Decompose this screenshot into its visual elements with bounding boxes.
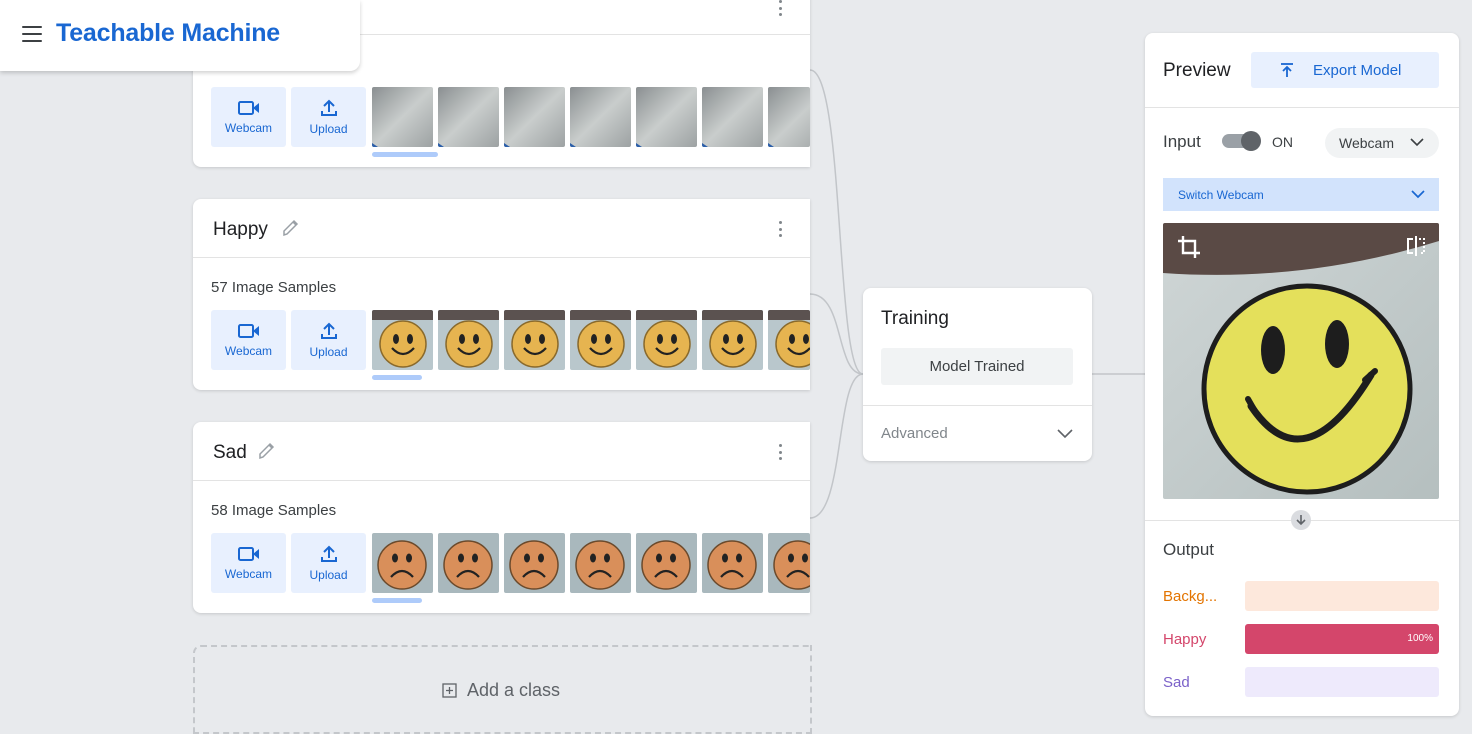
menu-icon[interactable] bbox=[22, 26, 42, 42]
thumbnail-scrollbar[interactable] bbox=[372, 152, 438, 157]
pencil-icon[interactable] bbox=[257, 441, 275, 461]
more-vert-icon[interactable] bbox=[778, 0, 782, 16]
toggle-state: ON bbox=[1272, 134, 1293, 150]
output-label: Sad bbox=[1163, 674, 1190, 691]
class-card-sad: Sad 58 Image Samples Webcam Upload bbox=[193, 422, 810, 613]
webcam-icon bbox=[237, 546, 259, 561]
input-label: Input bbox=[1163, 132, 1201, 151]
sample-thumbnail[interactable] bbox=[372, 310, 433, 370]
upload-button-label: Upload bbox=[309, 121, 348, 136]
sample-thumbnail[interactable] bbox=[438, 533, 499, 593]
thumbnail-scrollbar[interactable] bbox=[372, 598, 422, 603]
toggle-knob bbox=[1241, 131, 1261, 151]
sample-count: 57 Image Samples bbox=[211, 279, 337, 296]
input-source-select[interactable]: Webcam bbox=[1325, 128, 1439, 158]
upload-button[interactable]: Upload bbox=[291, 533, 366, 593]
sample-thumbnail[interactable] bbox=[636, 87, 697, 147]
class-card-header: Sad bbox=[193, 422, 810, 481]
train-model-button[interactable]: Model Trained bbox=[881, 348, 1073, 385]
sample-thumbnail[interactable] bbox=[570, 310, 631, 370]
add-box-icon bbox=[442, 683, 457, 698]
export-model-button[interactable]: Export Model bbox=[1251, 52, 1439, 88]
sample-thumbnail[interactable] bbox=[702, 533, 763, 593]
sample-thumbnail[interactable] bbox=[570, 533, 631, 593]
input-source-value: Webcam bbox=[1339, 135, 1394, 151]
training-title: Training bbox=[881, 308, 949, 329]
upload-button-label: Upload bbox=[309, 344, 348, 359]
add-class-button[interactable]: Add a class bbox=[193, 645, 812, 734]
webcam-preview bbox=[1163, 223, 1439, 499]
chevron-down-icon bbox=[1410, 138, 1424, 147]
confidence-bar-track bbox=[1245, 667, 1439, 697]
sample-thumbnail[interactable] bbox=[702, 87, 763, 147]
sample-thumbnail[interactable] bbox=[438, 87, 499, 147]
add-class-content: Add a class bbox=[442, 680, 560, 701]
output-row-happy: Happy 100% bbox=[1163, 624, 1439, 654]
confidence-bar-track: 100% bbox=[1245, 624, 1439, 654]
upload-button[interactable]: Upload bbox=[291, 87, 366, 147]
switch-webcam-select[interactable]: Switch Webcam bbox=[1163, 178, 1439, 211]
sample-thumbnail[interactable] bbox=[636, 533, 697, 593]
output-title: Output bbox=[1163, 540, 1215, 559]
crop-icon[interactable] bbox=[1177, 235, 1201, 259]
sample-thumbnail[interactable] bbox=[636, 310, 697, 370]
divider bbox=[1145, 107, 1459, 108]
output-row-background: Backg... bbox=[1163, 581, 1439, 611]
confidence-bar-track bbox=[1245, 581, 1439, 611]
chevron-down-icon[interactable] bbox=[1056, 427, 1074, 439]
sample-thumbnail[interactable] bbox=[438, 310, 499, 370]
sample-count: 58 Image Samples bbox=[211, 502, 337, 519]
training-panel: Training Model Trained Advanced bbox=[863, 288, 1092, 461]
webcam-button[interactable]: Webcam bbox=[211, 533, 286, 593]
upload-button-label: Upload bbox=[309, 567, 348, 582]
class-card-header: Happy bbox=[193, 199, 810, 258]
upload-icon bbox=[320, 322, 337, 339]
preview-title: Preview bbox=[1163, 60, 1231, 81]
webcam-button-label: Webcam bbox=[224, 120, 273, 135]
export-model-label: Export Model bbox=[1313, 61, 1402, 79]
arrow-down-icon bbox=[1291, 510, 1311, 530]
preview-panel: Preview Export Model Input ON Webcam Swi… bbox=[1145, 33, 1459, 716]
more-vert-icon[interactable] bbox=[778, 221, 782, 237]
thumbnail-scrollbar[interactable] bbox=[372, 375, 422, 380]
sample-thumbnail[interactable] bbox=[504, 87, 565, 147]
sample-thumbnail[interactable] bbox=[702, 310, 763, 370]
class-card-happy: Happy 57 Image Samples Webcam Upload bbox=[193, 199, 810, 390]
app-header: Teachable Machine bbox=[0, 0, 360, 71]
sample-thumbnail[interactable] bbox=[570, 87, 631, 147]
sample-thumbnail[interactable] bbox=[768, 87, 810, 147]
sample-thumbnail[interactable] bbox=[504, 310, 565, 370]
webcam-icon bbox=[237, 323, 259, 338]
upload-icon bbox=[320, 545, 337, 562]
confidence-percent: 100% bbox=[1407, 633, 1433, 644]
input-toggle[interactable] bbox=[1222, 131, 1261, 151]
divider bbox=[863, 405, 1092, 406]
switch-webcam-label: Switch Webcam bbox=[1178, 187, 1264, 202]
webcam-button[interactable]: Webcam bbox=[211, 310, 286, 370]
output-row-sad: Sad bbox=[1163, 667, 1439, 697]
webcam-icon bbox=[237, 100, 259, 115]
sample-thumbnail[interactable] bbox=[768, 533, 810, 593]
chevron-down-icon bbox=[1411, 190, 1425, 199]
flip-icon[interactable] bbox=[1405, 235, 1427, 257]
sample-thumbnail[interactable] bbox=[372, 533, 433, 593]
pencil-icon[interactable] bbox=[281, 218, 299, 238]
output-label: Backg... bbox=[1163, 588, 1218, 605]
output-label: Happy bbox=[1163, 631, 1207, 648]
sample-thumbnail[interactable] bbox=[768, 310, 810, 370]
webcam-button[interactable]: Webcam bbox=[211, 87, 286, 147]
sample-thumbnail[interactable] bbox=[372, 87, 433, 147]
class-name[interactable]: Happy bbox=[213, 219, 268, 241]
sample-thumbnail[interactable] bbox=[504, 533, 565, 593]
class-name[interactable]: Sad bbox=[213, 442, 247, 464]
upload-button[interactable]: Upload bbox=[291, 310, 366, 370]
add-class-label: Add a class bbox=[467, 680, 561, 700]
webcam-button-label: Webcam bbox=[224, 566, 273, 581]
export-upload-icon bbox=[1281, 63, 1293, 77]
upload-icon bbox=[320, 99, 337, 116]
advanced-toggle[interactable]: Advanced bbox=[881, 425, 948, 442]
app-title[interactable]: Teachable Machine bbox=[56, 19, 280, 48]
webcam-button-label: Webcam bbox=[224, 343, 273, 358]
more-vert-icon[interactable] bbox=[778, 444, 782, 460]
